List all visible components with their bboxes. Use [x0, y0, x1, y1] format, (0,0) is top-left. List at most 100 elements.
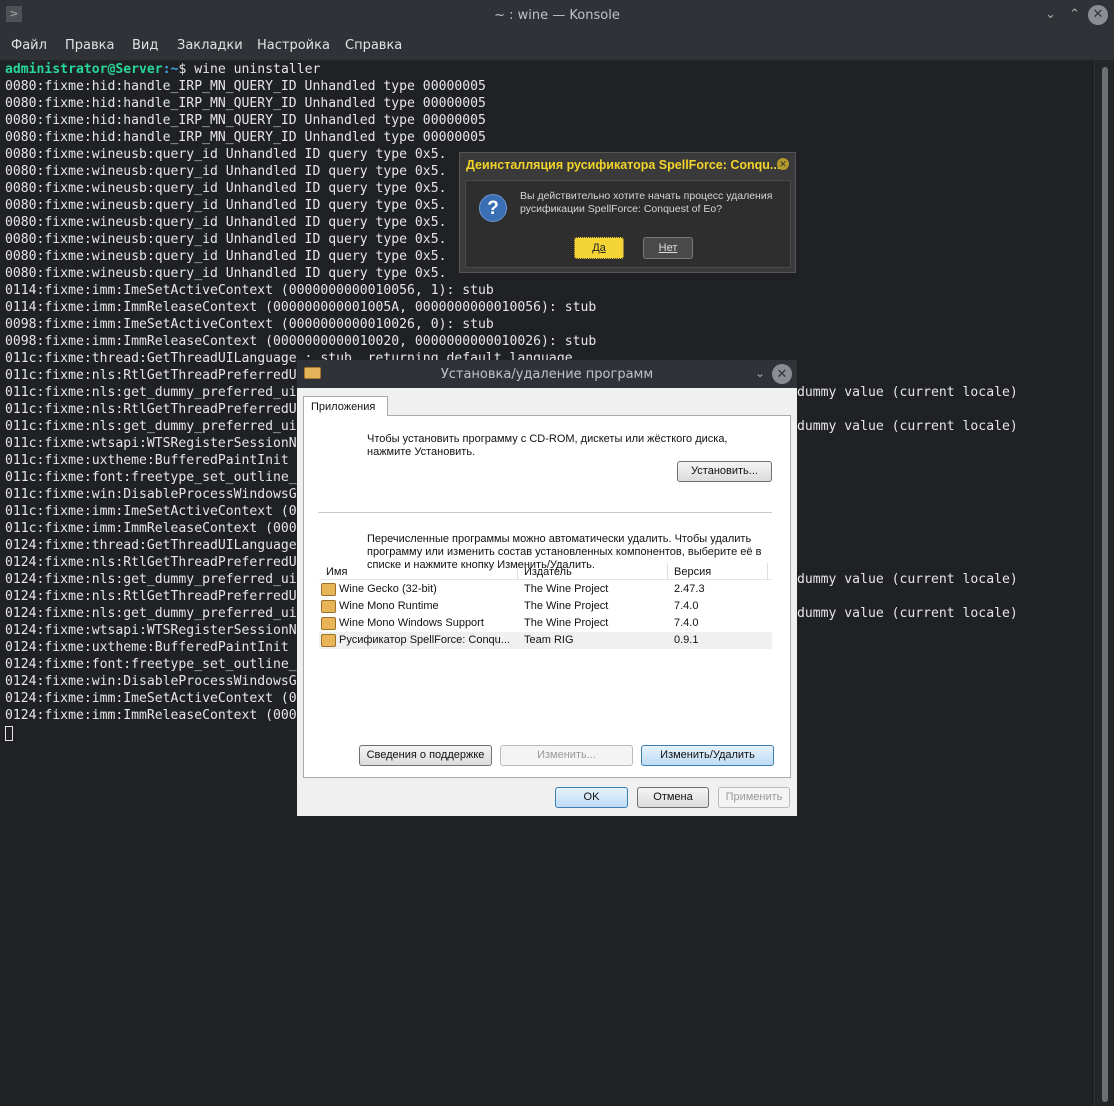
column-name[interactable]: Имя	[326, 566, 347, 578]
terminal-line: 0114:fixme:imm:ImmReleaseContext (000000…	[5, 300, 597, 315]
terminal-line: 0124:fixme:thread:GetThreadUILanguage	[5, 538, 297, 553]
confirm-dialog: Деинсталляция русификатора SpellForce: C…	[459, 152, 796, 273]
terminal-line: 0124:fixme:nls:RtlGetThreadPreferredU	[5, 589, 297, 604]
terminal-line: 0124:fixme:nls:get_dummy_preferred_ui	[5, 572, 297, 587]
menu-settings[interactable]: Настройка	[257, 38, 330, 53]
apply-button[interactable]: Применить	[718, 787, 790, 808]
terminal-line: 0080:fixme:hid:handle_IRP_MN_QUERY_ID Un…	[5, 130, 486, 145]
terminal-line: 011c:fixme:nls:RtlGetThreadPreferredU	[5, 368, 297, 383]
program-row[interactable]: Wine Mono Windows Support The Wine Projec…	[319, 615, 772, 632]
minimize-icon[interactable]: ⌄	[1045, 7, 1056, 22]
terminal-line: 011c:fixme:imm:ImeSetActiveContext (0	[5, 504, 297, 519]
list-header: Имя Издатель Версия	[319, 563, 772, 580]
terminal-line: 0080:fixme:hid:handle_IRP_MN_QUERY_ID Un…	[5, 79, 486, 94]
close-icon[interactable]: ✕	[1088, 5, 1108, 25]
terminal-line: 011c:fixme:nls:RtlGetThreadPreferredU	[5, 402, 297, 417]
terminal-line: 011c:fixme:nls:get_dummy_preferred_ui	[5, 385, 297, 400]
chevron-down-icon[interactable]: ⌄	[755, 366, 765, 380]
package-icon	[321, 600, 336, 613]
programs-dialog-titlebar: Установка/удаление программ ⌄ ✕	[297, 360, 797, 388]
terminal-line: 0080:fixme:wineusb:query_id Unhandled ID…	[5, 215, 447, 230]
terminal-line: 0124:fixme:win:DisableProcessWindowsG	[5, 674, 297, 689]
terminal-line: 0114:fixme:imm:ImeSetActiveContext (0000…	[5, 283, 494, 298]
confirm-dialog-title: Деинсталляция русификатора SpellForce: C…	[466, 158, 781, 172]
package-icon	[321, 617, 336, 630]
program-name: Wine Mono Runtime	[339, 600, 439, 612]
terminal-line-tail: dummy value (current locale)	[797, 572, 1018, 587]
menu-bookmarks[interactable]: Закладки	[177, 38, 243, 53]
ok-button[interactable]: OK	[555, 787, 628, 808]
prompt-line: administrator@Server:~$ wine uninstaller	[5, 61, 320, 78]
menu-edit[interactable]: Правка	[65, 38, 114, 53]
prompt-command: wine uninstaller	[186, 62, 321, 77]
terminal-line: 0080:fixme:wineusb:query_id Unhandled ID…	[5, 266, 447, 281]
package-icon	[321, 634, 336, 647]
program-row[interactable]: Wine Gecko (32-bit) The Wine Project 2.47.…	[319, 581, 772, 598]
question-icon: ?	[479, 194, 507, 222]
program-row[interactable]: Русификатор SpellForce: Conqu... Team RIG…	[319, 632, 772, 649]
program-version: 2.47.3	[674, 583, 705, 595]
terminal-line: 0124:fixme:imm:ImeSetActiveContext (0	[5, 691, 297, 706]
program-name: Wine Gecko (32-bit)	[339, 583, 437, 595]
programs-dialog: Установка/удаление программ ⌄ ✕ Приложен…	[297, 360, 797, 816]
prompt-path: :~	[162, 62, 179, 77]
terminal-line: 0124:fixme:nls:get_dummy_preferred_ui	[5, 606, 297, 621]
modify-remove-button[interactable]: Изменить/Удалить	[641, 745, 774, 766]
divider	[318, 512, 772, 513]
close-icon[interactable]: ✕	[777, 158, 789, 170]
terminal-line: 0124:fixme:font:freetype_set_outline_	[5, 657, 297, 672]
no-button[interactable]: Нет	[643, 237, 693, 259]
terminal-line: 011c:fixme:wtsapi:WTSRegisterSessionN	[5, 436, 297, 451]
program-version: 7.4.0	[674, 600, 699, 612]
program-publisher: The Wine Project	[524, 583, 609, 595]
terminal-scrollbar[interactable]	[1094, 61, 1114, 1106]
yes-button[interactable]: Да	[574, 237, 624, 259]
terminal-line: 0080:fixme:wineusb:query_id Unhandled ID…	[5, 232, 447, 247]
program-publisher: The Wine Project	[524, 600, 609, 612]
program-row[interactable]: Wine Mono Runtime The Wine Project 7.4.0	[319, 598, 772, 615]
close-icon[interactable]: ✕	[772, 364, 792, 384]
package-icon	[321, 583, 336, 596]
program-name: Русификатор SpellForce: Conqu...	[339, 634, 510, 646]
terminal-line: 011c:fixme:imm:ImmReleaseContext (000	[5, 521, 297, 536]
terminal-line: 0098:fixme:imm:ImeSetActiveContext (0000…	[5, 317, 494, 332]
maximize-icon[interactable]: ⌃	[1069, 7, 1080, 22]
install-button[interactable]: Установить...	[677, 461, 772, 482]
programs-dialog-title: Установка/удаление программ	[440, 367, 654, 382]
terminal-line-tail: dummy value (current locale)	[797, 385, 1018, 400]
terminal-line: 011c:fixme:font:freetype_set_outline_	[5, 470, 297, 485]
program-publisher: Team RIG	[524, 634, 574, 646]
column-version[interactable]: Версия	[674, 566, 711, 578]
terminal-line: 0080:fixme:hid:handle_IRP_MN_QUERY_ID Un…	[5, 96, 486, 111]
confirm-message: Вы действительно хотите начать процесс у…	[520, 190, 773, 215]
program-name: Wine Mono Windows Support	[339, 617, 484, 629]
support-info-button[interactable]: Сведения о поддержке	[359, 745, 492, 766]
program-publisher: The Wine Project	[524, 617, 609, 629]
terminal-line: 011c:fixme:nls:get_dummy_preferred_ui	[5, 419, 297, 434]
window-titlebar: > ~ : wine — Konsole ⌄ ⌃ ✕	[0, 0, 1114, 32]
menu-file[interactable]: Файл	[11, 38, 47, 53]
terminal-line: 011c:fixme:uxtheme:BufferedPaintInit	[5, 453, 289, 468]
terminal-line: 0124:fixme:nls:RtlGetThreadPreferredU	[5, 555, 297, 570]
terminal-line-tail: dummy value (current locale)	[797, 606, 1018, 621]
scrollbar-thumb[interactable]	[1102, 67, 1108, 1102]
menu-help[interactable]: Справка	[345, 38, 402, 53]
programs-list[interactable]: Имя Издатель Версия Wine Gecko (32-bit) T…	[319, 563, 772, 763]
applications-panel: Чтобы установить программу с CD-ROM, дис…	[303, 415, 791, 778]
window-title: ~ : wine — Konsole	[494, 8, 620, 23]
terminal-line: 0080:fixme:wineusb:query_id Unhandled ID…	[5, 249, 447, 264]
menu-view[interactable]: Вид	[132, 38, 158, 53]
prompt-user-host: administrator@Server	[5, 62, 163, 77]
tab-applications[interactable]: Приложения	[303, 396, 388, 416]
program-version: 7.4.0	[674, 617, 699, 629]
terminal-line: 0080:fixme:wineusb:query_id Unhandled ID…	[5, 181, 447, 196]
cancel-button[interactable]: Отмена	[637, 787, 709, 808]
terminal-cursor	[5, 726, 13, 741]
modify-button[interactable]: Изменить...	[500, 745, 633, 766]
terminal-line-tail: dummy value (current locale)	[797, 419, 1018, 434]
menubar: Файл Правка Вид Закладки Настройка Справ…	[0, 32, 1114, 60]
terminal-line: 0124:fixme:imm:ImmReleaseContext (000	[5, 708, 297, 723]
terminal-line: 0124:fixme:wtsapi:WTSRegisterSessionN	[5, 623, 297, 638]
confirm-dialog-body: ? Вы действительно хотите начать процесс…	[465, 180, 791, 268]
column-publisher[interactable]: Издатель	[524, 566, 572, 578]
